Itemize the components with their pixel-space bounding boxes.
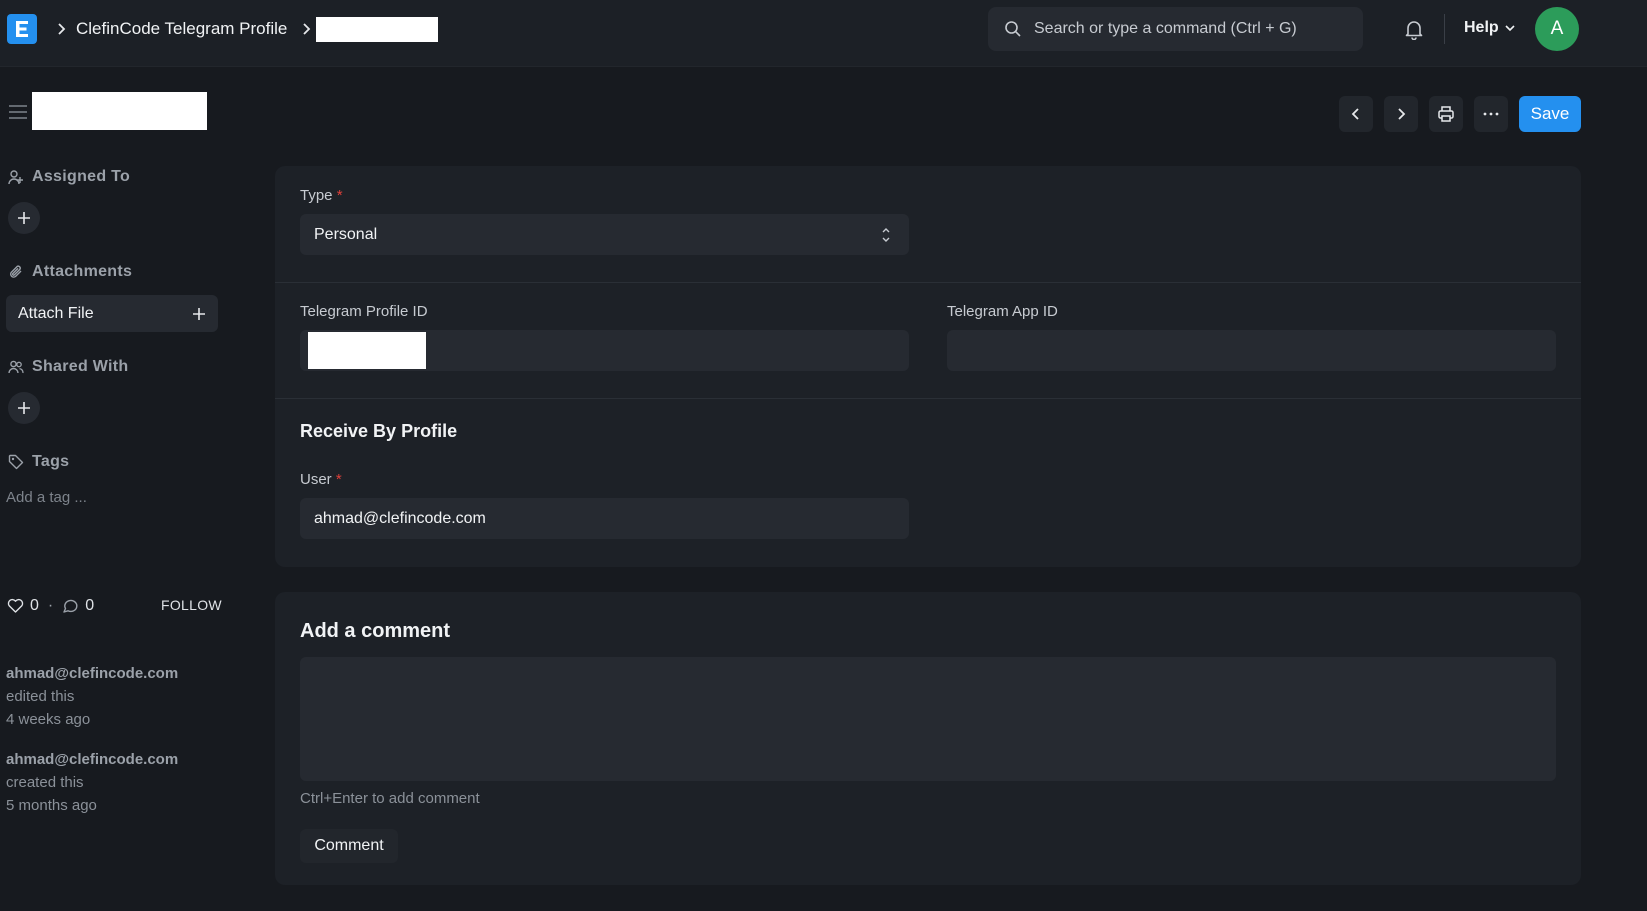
activity-item: ahmad@clefincode.com edited this 4 weeks… [6,662,178,731]
comment-input[interactable] [300,657,1556,781]
next-record-button[interactable] [1384,96,1418,132]
telegram-app-id-input[interactable] [947,330,1556,371]
tag-icon [8,454,24,470]
logo-e-icon [16,21,28,37]
assigned-to-heading: Assigned To [8,168,130,186]
required-mark: * [335,471,342,488]
comment-hint: Ctrl+Enter to add comment [300,790,480,807]
tags-heading: Tags [8,453,69,471]
activity-user-link[interactable]: ahmad@clefincode.com [6,748,178,771]
like-comment-stats: 0 · 0 [7,597,94,615]
activity-item: ahmad@clefincode.com created this 5 mont… [6,748,178,817]
comment-bubble-icon[interactable] [62,598,79,614]
notification-bell-icon[interactable] [1403,18,1425,40]
telegram-profile-id-redacted [308,332,426,369]
select-arrows-icon [882,227,890,242]
comments-count: 0 [85,597,95,614]
add-comment-heading: Add a comment [300,620,451,642]
receive-by-profile-heading: Receive By Profile [300,421,458,441]
previous-record-button[interactable] [1339,96,1373,132]
printer-icon [1438,106,1454,122]
activity-action: created this [6,774,84,791]
activity-user-link[interactable]: ahmad@clefincode.com [6,662,178,685]
assigned-to-label: Assigned To [32,168,131,185]
user-avatar[interactable]: A [1535,7,1579,51]
search-bar[interactable]: Search or type a command (Ctrl + G) [988,7,1363,51]
type-field-label: Type * [300,187,343,204]
breadcrumb-doctype-link[interactable]: ClefinCode Telegram Profile [76,19,287,39]
help-dropdown[interactable]: Help [1464,19,1516,37]
app-logo[interactable] [7,14,37,44]
user-field-label: User * [300,471,342,488]
users-icon [8,360,24,374]
attach-file-label: Attach File [18,304,94,322]
tags-label: Tags [32,453,70,470]
type-select[interactable]: Personal [300,214,909,255]
more-actions-button[interactable] [1474,96,1508,132]
heart-icon[interactable] [7,598,24,614]
type-select-value: Personal [314,225,378,243]
sidebar-toggle-icon[interactable] [8,103,28,121]
type-label-text: Type [300,187,333,204]
plus-icon [18,212,30,224]
search-placeholder: Search or type a command (Ctrl + G) [1034,20,1297,37]
search-icon [1005,21,1021,37]
chevron-down-icon [1505,25,1515,32]
stats-separator: · [47,597,54,614]
page-title-redacted [32,92,207,130]
paperclip-icon [10,265,22,278]
section-divider [275,282,1581,283]
navbar-divider [1444,14,1445,44]
telegram-profile-id-input[interactable] [300,330,909,371]
breadcrumb-record-redacted[interactable] [316,17,438,42]
chevron-right-icon [1398,108,1406,120]
user-link-input[interactable]: ahmad@clefincode.com [300,498,909,539]
attachments-heading: Attachments [8,263,132,281]
activity-time: 4 weeks ago [6,711,91,728]
telegram-app-id-label: Telegram App ID [947,303,1058,320]
add-assignee-button[interactable] [8,202,40,234]
plus-icon [193,307,205,320]
navbar: ClefinCode Telegram Profile Search or ty… [0,0,1647,67]
breadcrumb-chevron-icon [58,23,66,35]
breadcrumb-chevron-icon [303,23,311,35]
attachments-label: Attachments [32,263,133,280]
section-divider [275,398,1581,399]
plus-icon [18,402,30,414]
add-share-button[interactable] [8,392,40,424]
comment-button[interactable]: Comment [300,829,398,863]
likes-count: 0 [30,597,39,614]
help-label: Help [1464,19,1499,36]
activity-time: 5 months ago [6,797,97,814]
add-tag-input[interactable]: Add a tag ... [6,489,87,506]
more-dots-icon [1483,112,1499,116]
shared-with-heading: Shared With [8,358,129,376]
activity-action: edited this [6,688,75,705]
chevron-left-icon [1351,108,1359,120]
required-mark: * [336,187,343,204]
user-label-text: User [300,471,332,488]
telegram-profile-id-label: Telegram Profile ID [300,303,428,320]
save-button[interactable]: Save [1519,96,1581,132]
shared-with-label: Shared With [32,358,129,375]
follow-button[interactable]: FOLLOW [161,597,222,613]
user-add-icon [8,170,23,185]
print-button[interactable] [1429,96,1463,132]
attach-file-button[interactable]: Attach File [6,295,218,332]
